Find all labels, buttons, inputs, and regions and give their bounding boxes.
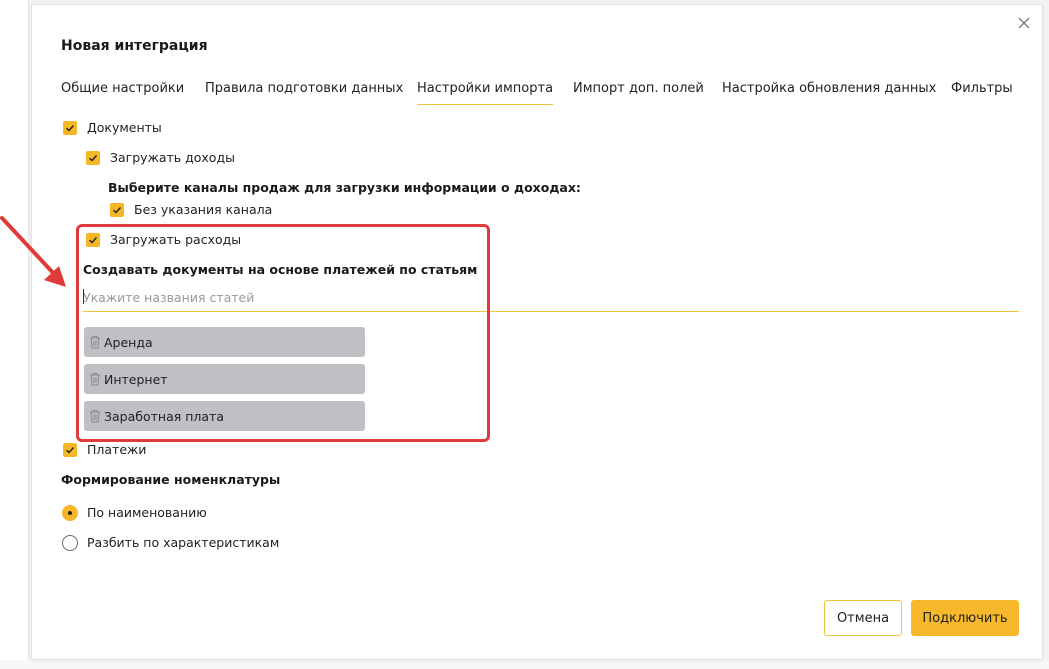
radio-by-name-label: По наименованию [87, 505, 207, 520]
documents-label: Документы [87, 120, 162, 135]
tab-import-settings[interactable]: Настройки импорта [417, 81, 554, 105]
trash-icon[interactable] [89, 335, 101, 349]
check-icon [66, 447, 75, 454]
radio-by-characteristics-label: Разбить по характеристикам [87, 535, 280, 550]
payments-checkbox[interactable] [63, 443, 77, 457]
create-docs-heading: Создавать документы на основе платежей п… [83, 262, 478, 277]
no-channel-label: Без указания канала [134, 202, 273, 217]
article-chip-label: Интернет [104, 371, 168, 387]
article-chip-label: Аренда [104, 334, 153, 350]
check-icon [89, 155, 98, 162]
background-page-bottom [0, 660, 1049, 669]
payments-label: Платежи [87, 442, 147, 457]
radio-by-characteristics[interactable] [62, 535, 78, 551]
check-icon [66, 125, 75, 132]
articles-search-input[interactable] [83, 284, 1019, 312]
load-income-label: Загружать доходы [110, 150, 235, 165]
radio-by-name[interactable] [62, 505, 78, 521]
article-chip-rent[interactable]: Аренда [84, 327, 365, 357]
article-chip-label: Заработная плата [104, 408, 224, 424]
nomenclature-heading: Формирование номенклатуры [61, 472, 281, 487]
documents-checkbox[interactable] [63, 121, 77, 135]
load-expenses-checkbox[interactable] [86, 233, 100, 247]
check-icon [89, 237, 98, 244]
article-chip-salary[interactable]: Заработная плата [84, 401, 365, 431]
trash-icon[interactable] [89, 409, 101, 423]
text-caret [83, 289, 84, 304]
tab-extra-fields-import[interactable]: Импорт доп. полей [573, 81, 704, 96]
tab-filters[interactable]: Фильтры [951, 81, 1013, 96]
sales-channels-heading: Выберите каналы продаж для загрузки инфо… [108, 180, 581, 195]
tab-data-preparation-rules[interactable]: Правила подготовки данных [205, 81, 403, 96]
no-channel-checkbox[interactable] [110, 203, 124, 217]
close-icon[interactable] [1016, 15, 1032, 31]
trash-icon[interactable] [89, 372, 101, 386]
connect-button[interactable]: Подключить [911, 600, 1019, 636]
dialog-title: Новая интеграция [61, 38, 208, 54]
article-chip-internet[interactable]: Интернет [84, 364, 365, 394]
load-income-checkbox[interactable] [86, 151, 100, 165]
load-expenses-label: Загружать расходы [110, 232, 242, 247]
tab-data-update-settings[interactable]: Настройка обновления данных [722, 81, 936, 96]
background-page-left [0, 0, 29, 669]
tab-general-settings[interactable]: Общие настройки [61, 81, 184, 96]
cancel-button[interactable]: Отмена [824, 600, 902, 636]
check-icon [113, 207, 122, 214]
annotation-arrow-icon [0, 216, 66, 287]
